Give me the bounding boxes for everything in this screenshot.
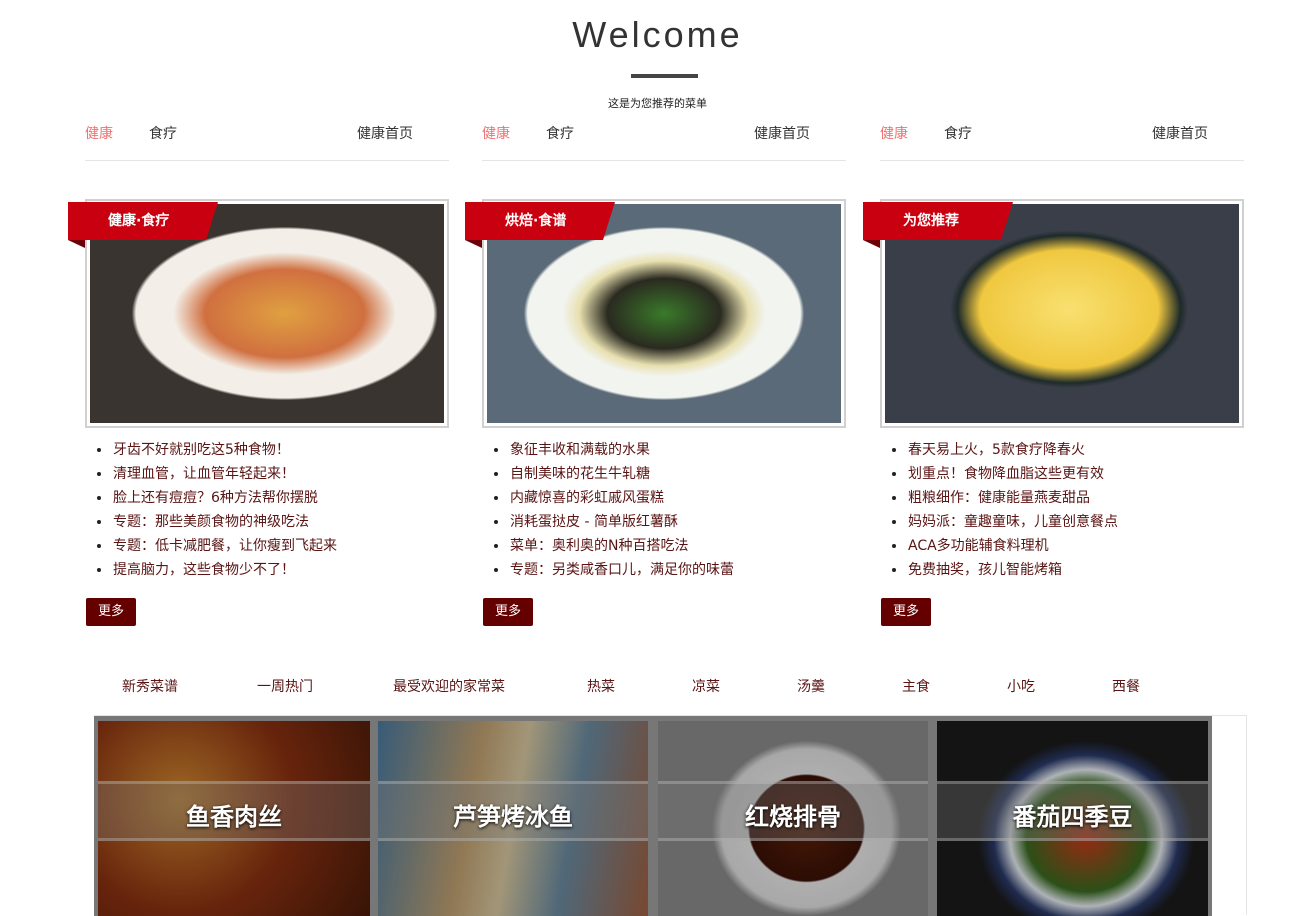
- article-link[interactable]: 自制美味的花生牛轧糖: [492, 462, 734, 486]
- page-subtitle: 这是为您推荐的菜单: [608, 97, 707, 110]
- article-link[interactable]: 脸上还有痘痘？6种方法帮你摆脱: [95, 486, 337, 510]
- tab-therapy[interactable]: 食疗: [149, 123, 177, 143]
- title-divider: [631, 74, 698, 78]
- tab-health[interactable]: 健康: [85, 123, 113, 143]
- article-link[interactable]: 划重点！食物降血脂这些更有效: [890, 462, 1118, 486]
- article-list: 春天易上火，5款食疗降春火 划重点！食物降血脂这些更有效 粗粮细作：健康能量燕麦…: [890, 438, 1118, 582]
- article-link[interactable]: 免费抽奖，孩儿智能烤箱: [890, 558, 1118, 582]
- ribbon-fold: [863, 240, 880, 248]
- tab-health[interactable]: 健康: [482, 123, 510, 143]
- category-link[interactable]: 西餐: [1112, 676, 1140, 696]
- dish-card[interactable]: 红烧排骨: [658, 721, 928, 916]
- tab-health[interactable]: 健康: [880, 123, 908, 143]
- article-link[interactable]: 提高脑力，这些食物少不了！: [95, 558, 337, 582]
- more-button[interactable]: 更多: [483, 598, 533, 626]
- column-tabs: 健康 食疗 健康首页: [85, 120, 449, 161]
- column-tabs: 健康 食疗 健康首页: [482, 120, 846, 161]
- article-link[interactable]: 专题：那些美颜食物的神级吃法: [95, 510, 337, 534]
- ribbon-fold: [465, 240, 482, 248]
- category-link[interactable]: 一周热门: [257, 676, 313, 696]
- health-home-link[interactable]: 健康首页: [357, 123, 413, 143]
- category-ribbon: 健康·食疗: [68, 202, 218, 240]
- article-link[interactable]: 粗粮细作：健康能量燕麦甜品: [890, 486, 1118, 510]
- column-baking: 健康 食疗 健康首页 烘焙·食谱 象征丰收和满载的水果 自制美味的花生牛轧糖 内…: [465, 120, 846, 626]
- article-link[interactable]: 妈妈派：童趣童味，儿童创意餐点: [890, 510, 1118, 534]
- category-link[interactable]: 凉菜: [692, 676, 720, 696]
- article-link[interactable]: 象征丰收和满载的水果: [492, 438, 734, 462]
- page-title: Welcome: [572, 14, 743, 55]
- category-link[interactable]: 小吃: [1007, 676, 1035, 696]
- article-list: 象征丰收和满载的水果 自制美味的花生牛轧糖 内藏惊喜的彩虹戚风蛋糕 消耗蛋挞皮 …: [492, 438, 734, 582]
- more-button[interactable]: 更多: [881, 598, 931, 626]
- article-link[interactable]: 牙齿不好就别吃这5种食物！: [95, 438, 337, 462]
- category-link[interactable]: 新秀菜谱: [122, 676, 178, 696]
- article-link[interactable]: 春天易上火，5款食疗降春火: [890, 438, 1118, 462]
- category-link[interactable]: 主食: [902, 676, 930, 696]
- dish-name: 鱼香肉丝: [186, 803, 282, 831]
- dish-card[interactable]: 番茄四季豆: [937, 721, 1208, 916]
- health-home-link[interactable]: 健康首页: [754, 123, 810, 143]
- column-health: 健康 食疗 健康首页 健康·食疗 牙齿不好就别吃这5种食物！ 清理血管，让血管年…: [68, 120, 449, 626]
- tab-therapy[interactable]: 食疗: [546, 123, 574, 143]
- article-link[interactable]: 菜单：奥利奥的N种百搭吃法: [492, 534, 734, 558]
- dish-name: 番茄四季豆: [1012, 803, 1133, 831]
- category-link[interactable]: 热菜: [587, 676, 615, 696]
- article-link[interactable]: 消耗蛋挞皮 - 简单版红薯酥: [492, 510, 734, 534]
- article-link[interactable]: 清理血管，让血管年轻起来！: [95, 462, 337, 486]
- category-link[interactable]: 汤羹: [797, 676, 825, 696]
- column-recommend: 健康 食疗 健康首页 为您推荐 春天易上火，5款食疗降春火 划重点！食物降血脂这…: [863, 120, 1244, 626]
- dish-card[interactable]: 芦笋烤冰鱼: [378, 721, 648, 916]
- dish-grid: 鱼香肉丝 芦笋烤冰鱼 红烧排骨 番茄四季豆: [94, 715, 1247, 916]
- article-link[interactable]: 专题：另类咸香口儿，满足你的味蕾: [492, 558, 734, 582]
- category-ribbon: 为您推荐: [863, 202, 1013, 240]
- category-link[interactable]: 最受欢迎的家常菜: [393, 676, 505, 696]
- article-link[interactable]: 专题：低卡减肥餐，让你瘦到飞起来: [95, 534, 337, 558]
- dish-name: 红烧排骨: [745, 803, 841, 831]
- tab-therapy[interactable]: 食疗: [944, 123, 972, 143]
- category-ribbon: 烘焙·食谱: [465, 202, 615, 240]
- article-link[interactable]: ACA多功能辅食料理机: [890, 534, 1118, 558]
- health-home-link[interactable]: 健康首页: [1152, 123, 1208, 143]
- dish-name: 芦笋烤冰鱼: [453, 803, 573, 831]
- ribbon-fold: [68, 240, 85, 248]
- more-button[interactable]: 更多: [86, 598, 136, 626]
- dish-card[interactable]: 鱼香肉丝: [98, 721, 370, 916]
- article-list: 牙齿不好就别吃这5种食物！ 清理血管，让血管年轻起来！ 脸上还有痘痘？6种方法帮…: [95, 438, 337, 582]
- article-link[interactable]: 内藏惊喜的彩虹戚风蛋糕: [492, 486, 734, 510]
- column-tabs: 健康 食疗 健康首页: [880, 120, 1244, 161]
